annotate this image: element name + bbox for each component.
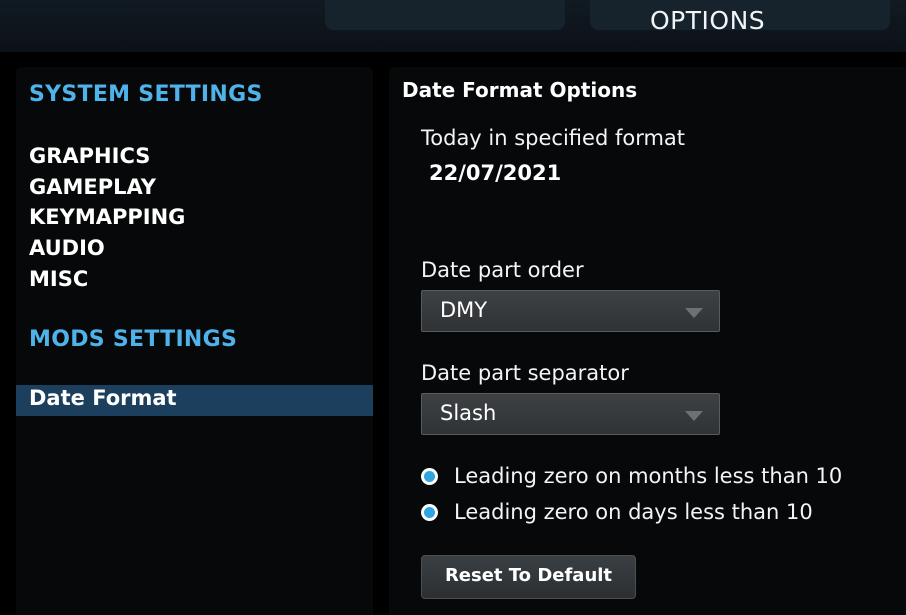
separator-label: Date part separator <box>421 361 629 385</box>
chevron-down-icon <box>685 411 703 421</box>
leading-zero-months-option[interactable]: Leading zero on months less than 10 <box>421 462 842 490</box>
system-settings-heading: SYSTEM SETTINGS <box>29 82 263 107</box>
page-title: OPTIONS <box>650 6 766 35</box>
top-bar: OPTIONS <box>0 0 906 52</box>
date-order-value: DMY <box>440 298 488 322</box>
sidebar: SYSTEM SETTINGS GRAPHICS GAMEPLAY KEYMAP… <box>16 67 373 615</box>
chevron-down-icon <box>685 308 703 318</box>
radio-checked-icon[interactable] <box>421 467 438 485</box>
sidebar-item-misc[interactable]: MISC <box>29 264 88 295</box>
today-value: 22/07/2021 <box>429 161 562 185</box>
sidebar-item-audio[interactable]: AUDIO <box>29 233 105 264</box>
sidebar-item-label: Date Format <box>29 386 177 410</box>
leading-zero-days-label: Leading zero on days less than 10 <box>454 500 813 524</box>
options-panel: Date Format Options Today in specified f… <box>389 67 906 615</box>
sidebar-item-graphics[interactable]: GRAPHICS <box>29 141 150 172</box>
panel-title: Date Format Options <box>402 78 638 102</box>
date-order-dropdown[interactable]: DMY <box>421 290 720 332</box>
radio-checked-icon[interactable] <box>421 503 438 521</box>
sidebar-item-keymapping[interactable]: KEYMAPPING <box>29 202 185 233</box>
leading-zero-months-label: Leading zero on months less than 10 <box>454 464 843 488</box>
header-decoration <box>325 0 565 30</box>
date-separator-dropdown[interactable]: Slash <box>421 393 720 435</box>
order-label: Date part order <box>421 258 584 282</box>
mods-settings-heading: MODS SETTINGS <box>29 327 238 352</box>
sidebar-item-date-format[interactable]: Date Format <box>16 385 373 416</box>
today-label: Today in specified format <box>421 126 686 150</box>
leading-zero-days-option[interactable]: Leading zero on days less than 10 <box>421 498 813 526</box>
reset-to-default-button[interactable]: Reset To Default <box>421 555 636 599</box>
date-separator-value: Slash <box>440 401 497 425</box>
sidebar-item-gameplay[interactable]: GAMEPLAY <box>29 172 156 203</box>
